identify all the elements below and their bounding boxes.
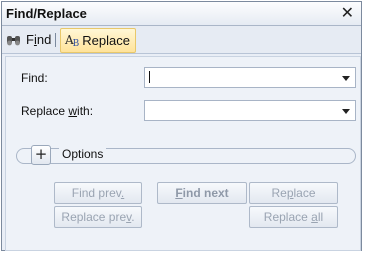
find-combobox[interactable] — [144, 67, 356, 88]
close-icon[interactable]: ✕ — [341, 3, 354, 22]
tab-replace[interactable]: AB Replace — [60, 28, 136, 53]
tab-divider — [55, 33, 56, 47]
replace-with-combobox[interactable] — [144, 100, 356, 121]
dialog-title: Find/Replace — [6, 6, 87, 21]
find-replace-dialog: Find/Replace ✕ Find AB Replace Find: Rep… — [1, 1, 362, 251]
tab-strip: Find AB Replace — [2, 26, 361, 54]
find-input[interactable] — [148, 70, 328, 85]
find-prev-button[interactable]: Find prev. — [54, 182, 142, 204]
tab-replace-label: Replace — [82, 33, 130, 48]
tab-find-label: Find — [26, 32, 52, 47]
replace-ab-icon: AB — [65, 32, 79, 49]
binoculars-icon — [6, 33, 22, 47]
find-label: Find: — [21, 71, 48, 85]
chevron-down-icon[interactable] — [342, 109, 350, 114]
replace-with-input[interactable] — [148, 103, 328, 118]
tab-find[interactable]: Find — [6, 28, 51, 51]
title-bar[interactable]: Find/Replace ✕ — [2, 2, 361, 26]
replace-button[interactable]: Replace — [249, 182, 338, 204]
options-label: Options — [59, 147, 107, 161]
options-group: + Options — [16, 145, 356, 165]
replace-panel: Find: Replace with: + Options Find prev.… — [5, 56, 361, 251]
expand-options-button[interactable]: + — [31, 145, 51, 165]
replace-all-button[interactable]: Replace all — [249, 206, 338, 228]
text-cursor — [149, 71, 150, 83]
replace-with-label: Replace with: — [21, 104, 94, 118]
find-next-button[interactable]: Find next — [157, 182, 247, 204]
replace-prev-button[interactable]: Replace prev. — [54, 206, 142, 228]
chevron-down-icon[interactable] — [342, 76, 350, 81]
